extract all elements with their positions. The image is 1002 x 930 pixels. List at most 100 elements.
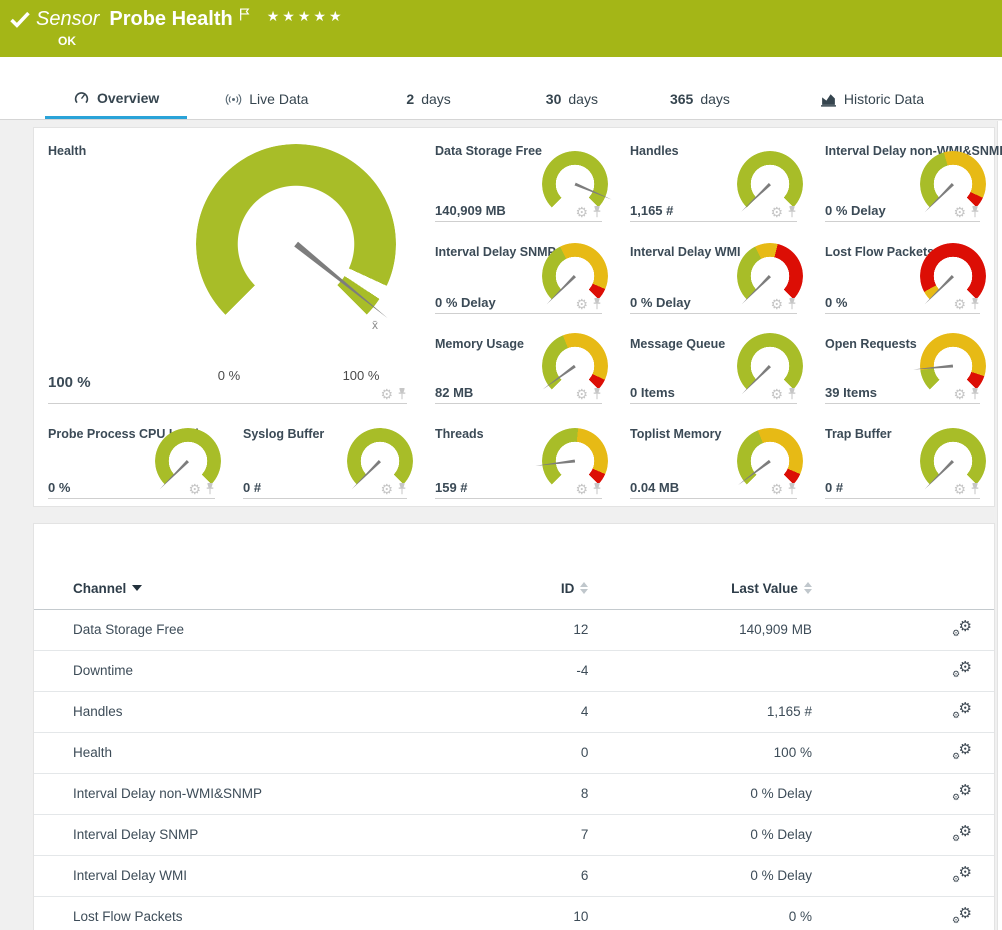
tab-30-days[interactable]: 30 days <box>536 79 608 119</box>
gear-icon[interactable]: ⚙ <box>380 483 393 495</box>
channel-name-cell[interactable]: Lost Flow Packets <box>34 896 432 930</box>
gear-icon[interactable]: ⚙ <box>575 388 588 400</box>
pin-icon[interactable] <box>970 205 980 218</box>
channel-id-cell: -4 <box>432 650 588 691</box>
gear-icon[interactable]: ⚙ <box>953 388 966 400</box>
pin-icon[interactable] <box>397 387 407 400</box>
gear-icon[interactable]: ⚙ <box>575 298 588 310</box>
gear-icon[interactable]: ⚙ <box>575 206 588 218</box>
table-row[interactable]: Handles 4 1,165 # ⚙⚙ <box>34 691 994 732</box>
channel-settings-gears-icon[interactable]: ⚙⚙ <box>952 824 972 842</box>
gauge-icon <box>73 90 90 105</box>
channel-name-cell[interactable]: Interval Delay WMI <box>34 855 432 896</box>
pin-icon[interactable] <box>592 297 602 310</box>
table-row[interactable]: Interval Delay non-WMI&SNMP 8 0 % Delay … <box>34 773 994 814</box>
pin-icon[interactable] <box>592 482 602 495</box>
gauge-title: Message Queue <box>630 337 725 351</box>
tab-bar: Overview Live Data 2 days 30 days 365 da… <box>0 57 1002 120</box>
gear-icon[interactable]: ⚙ <box>770 388 783 400</box>
gear-icon[interactable]: ⚙ <box>380 388 393 400</box>
gear-icon[interactable]: ⚙ <box>953 298 966 310</box>
scale-max-label: 100 % <box>326 368 396 383</box>
pin-icon[interactable] <box>205 482 215 495</box>
table-row[interactable]: Data Storage Free 12 140,909 MB ⚙⚙ <box>34 609 994 650</box>
tab-historic-data[interactable]: Historic Data <box>810 79 934 119</box>
tab-2-days[interactable]: 2 days <box>396 79 460 119</box>
pin-icon[interactable] <box>787 205 797 218</box>
pin-icon[interactable] <box>787 387 797 400</box>
sensor-type-label: Sensor <box>36 8 99 31</box>
channel-name-cell[interactable]: Interval Delay SNMP <box>34 814 432 855</box>
gear-icon[interactable]: ⚙ <box>953 206 966 218</box>
column-header-id[interactable]: ID <box>432 568 588 609</box>
table-row[interactable]: Lost Flow Packets 10 0 % ⚙⚙ <box>34 896 994 930</box>
gauge-cell-lost-flow-packets: Lost Flow Packets 0 % ⚙ <box>811 229 994 321</box>
gauge-cell-message-queue: Message Queue 0 Items ⚙ <box>616 321 811 411</box>
table-row[interactable]: Health 0 100 % ⚙⚙ <box>34 732 994 773</box>
tab-label: Historic Data <box>844 91 924 107</box>
pin-icon[interactable] <box>787 297 797 310</box>
pin-icon[interactable] <box>787 482 797 495</box>
channel-id-cell: 10 <box>432 896 588 930</box>
gauge-title: Interval Delay SNMP <box>435 245 556 259</box>
channel-name-cell[interactable]: Handles <box>34 691 432 732</box>
channel-id-cell: 0 <box>432 732 588 773</box>
channel-name-cell[interactable]: Health <box>34 732 432 773</box>
priority-stars[interactable]: ★★★★★ <box>267 8 345 25</box>
sort-icon <box>804 582 812 594</box>
gear-icon[interactable]: ⚙ <box>770 298 783 310</box>
column-header-last-value[interactable]: Last Value <box>588 568 812 609</box>
scale-min-label: 0 % <box>194 368 264 383</box>
tab-number: 2 <box>406 91 414 107</box>
channel-settings-gears-icon[interactable]: ⚙⚙ <box>952 660 972 678</box>
gauge-cell-data-storage-free: Data Storage Free 140,909 MB ⚙ <box>421 128 616 229</box>
table-row[interactable]: Interval Delay WMI 6 0 % Delay ⚙⚙ <box>34 855 994 896</box>
gauge-title: Health <box>48 144 86 158</box>
channel-settings-gears-icon[interactable]: ⚙⚙ <box>952 906 972 924</box>
gauge-title: Syslog Buffer <box>243 427 324 441</box>
gear-icon[interactable]: ⚙ <box>770 206 783 218</box>
channel-name-cell[interactable]: Downtime <box>34 650 432 691</box>
tab-live-data[interactable]: Live Data <box>215 79 318 119</box>
tab-overview[interactable]: Overview <box>45 79 187 119</box>
channel-settings-gears-icon[interactable]: ⚙⚙ <box>952 783 972 801</box>
channel-name-cell[interactable]: Interval Delay non-WMI&SNMP <box>34 773 432 814</box>
gauge-cell-interval-delay-snmp: Interval Delay SNMP 0 % Delay ⚙ <box>421 229 616 321</box>
gauge-value: 0 % Delay <box>630 295 691 310</box>
header-label: Channel <box>73 581 126 596</box>
gauge-value: 0 Items <box>630 385 675 400</box>
tab-label: days <box>700 91 730 107</box>
pin-icon[interactable] <box>970 482 980 495</box>
gear-icon[interactable]: ⚙ <box>575 483 588 495</box>
gear-icon[interactable]: ⚙ <box>953 483 966 495</box>
pin-icon[interactable] <box>397 482 407 495</box>
sensor-title: Probe Health <box>109 8 232 31</box>
tab-number: 365 <box>670 91 693 107</box>
sensor-status-badge: OK <box>58 34 76 48</box>
gauge-cell-threads: Threads 159 # ⚙ <box>421 411 616 506</box>
column-header-channel[interactable]: Channel <box>34 568 432 609</box>
channel-last-value-cell: 0 % <box>588 896 812 930</box>
gauge-cell-probe-process-cpu-load: Probe Process CPU Load 0 % ⚙ <box>34 411 229 506</box>
flag-icon[interactable] <box>239 8 251 21</box>
gear-icon[interactable]: ⚙ <box>770 483 783 495</box>
tab-label: days <box>568 91 598 107</box>
tab-365-days[interactable]: 365 days <box>660 79 740 119</box>
pin-icon[interactable] <box>592 205 602 218</box>
pin-icon[interactable] <box>970 387 980 400</box>
gear-icon[interactable]: ⚙ <box>188 483 201 495</box>
channel-settings-gears-icon[interactable]: ⚙⚙ <box>952 619 972 637</box>
pin-icon[interactable] <box>592 387 602 400</box>
channel-settings-gears-icon[interactable]: ⚙⚙ <box>952 701 972 719</box>
table-row[interactable]: Downtime -4 ⚙⚙ <box>34 650 994 691</box>
channels-table: Channel ID Last Value Data Storage Free … <box>34 568 994 930</box>
gauge-value: 0 % <box>825 295 847 310</box>
table-row[interactable]: Interval Delay SNMP 7 0 % Delay ⚙⚙ <box>34 814 994 855</box>
channel-name-cell[interactable]: Data Storage Free <box>34 609 432 650</box>
gauge-title: Interval Delay WMI <box>630 245 740 259</box>
table-header-row: Channel ID Last Value <box>34 568 994 609</box>
pin-icon[interactable] <box>970 297 980 310</box>
channel-id-cell: 12 <box>432 609 588 650</box>
channel-settings-gears-icon[interactable]: ⚙⚙ <box>952 742 972 760</box>
channel-settings-gears-icon[interactable]: ⚙⚙ <box>952 865 972 883</box>
